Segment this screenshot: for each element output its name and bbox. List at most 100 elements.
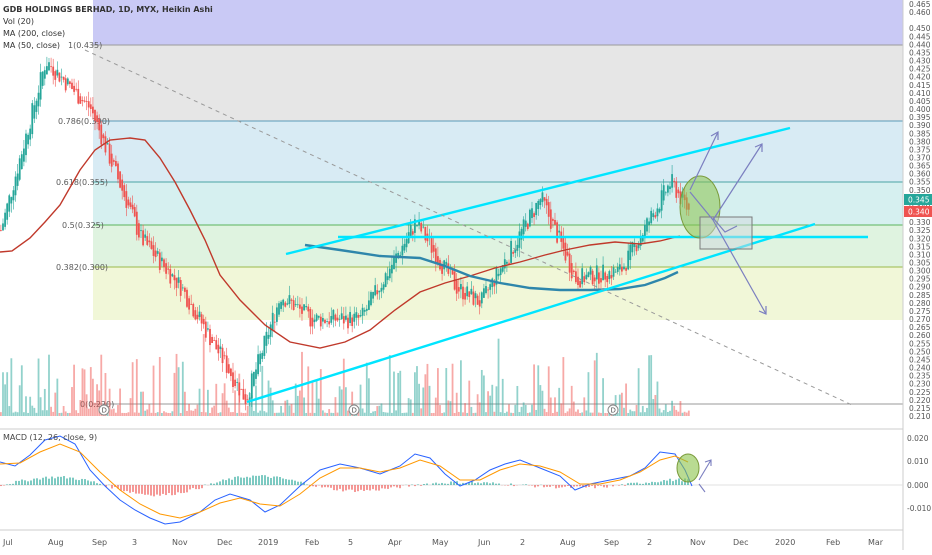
candle-body xyxy=(249,398,251,400)
volume-bar xyxy=(222,393,224,416)
candle-body xyxy=(52,67,54,76)
volume-bar xyxy=(646,408,648,416)
candle-body xyxy=(192,304,194,316)
chart-window[interactable]: 1(0.435) 0.786(0.390) 0.618(0.355) 0.5(0… xyxy=(0,0,932,550)
macd-tick: 0.010 xyxy=(907,457,929,466)
volume-bar xyxy=(621,393,623,416)
volume-bar xyxy=(424,374,426,416)
volume-bar xyxy=(567,411,569,416)
candle-body xyxy=(100,125,102,145)
volume-bar xyxy=(286,400,288,416)
volume-bar xyxy=(554,397,556,416)
macd-histogram-bar xyxy=(126,485,128,491)
macd-histogram-bar xyxy=(483,482,485,485)
macd-histogram-bar xyxy=(420,485,422,486)
signal-line xyxy=(0,444,688,518)
volume-bar xyxy=(493,412,495,416)
volume-bar xyxy=(393,372,395,416)
volume-bar xyxy=(470,407,472,416)
volume-bar xyxy=(176,354,178,416)
macd-histogram-bar xyxy=(150,485,152,496)
volume-bar xyxy=(320,369,322,416)
candle-body xyxy=(383,284,385,289)
legend-vol[interactable]: Vol (20) xyxy=(3,17,34,26)
macd-histogram-bar xyxy=(315,485,317,487)
fib-label-0.382: 0.382(0.300) xyxy=(56,263,108,272)
macd-pane: MACD (12, 26, close, 9) 0.0200.0100.000-… xyxy=(0,429,931,524)
volume-bar xyxy=(203,334,205,416)
candle-body xyxy=(320,317,322,327)
volume-bar xyxy=(255,386,257,416)
volume-bar xyxy=(209,413,211,416)
candle-body xyxy=(228,364,230,373)
macd-histogram-bar xyxy=(201,485,203,488)
candle-body xyxy=(144,235,146,238)
candle-body xyxy=(220,347,222,350)
macd-histogram-bar xyxy=(180,485,182,493)
candle-body xyxy=(562,237,564,249)
candle-body xyxy=(213,340,215,341)
candle-body xyxy=(188,298,190,309)
volume-bar xyxy=(437,368,439,416)
candle-body xyxy=(464,293,466,300)
candle-body xyxy=(17,174,19,186)
candle-body xyxy=(326,321,328,322)
macd-histogram-bar xyxy=(165,485,167,495)
volume-bar xyxy=(631,411,633,416)
volume-bar xyxy=(339,386,341,416)
volume-bar xyxy=(385,412,387,416)
candle-body xyxy=(673,181,675,182)
volume-bar xyxy=(659,409,661,416)
volume-bar xyxy=(458,412,460,416)
macd-histogram-bar xyxy=(330,485,332,488)
macd-histogram-bar xyxy=(39,480,41,485)
volume-bar xyxy=(186,411,188,416)
candle-body xyxy=(111,154,113,167)
macd-histogram-bar xyxy=(183,485,185,493)
macd-histogram-bar xyxy=(651,482,653,485)
macd-highlight-ellipse xyxy=(677,454,699,482)
candle-body xyxy=(282,300,284,306)
time-tick: 2 xyxy=(520,538,525,547)
volume-bar xyxy=(180,413,182,416)
fib-label-0.5: 0.5(0.325) xyxy=(62,221,104,230)
price-chart[interactable]: 1(0.435) 0.786(0.390) 0.618(0.355) 0.5(0… xyxy=(0,0,932,550)
legend-ma50[interactable]: MA (50, close) xyxy=(3,41,60,50)
macd-histogram-bar xyxy=(453,482,455,485)
macd-histogram-bar xyxy=(531,485,533,486)
macd-histogram-bar xyxy=(0,485,2,486)
candle-body xyxy=(669,186,671,189)
macd-histogram-bar xyxy=(477,482,479,485)
fib-zone-top xyxy=(93,0,903,45)
candle-body xyxy=(171,274,173,276)
volume-bar xyxy=(447,401,449,416)
volume-bar xyxy=(282,413,284,416)
candle-body xyxy=(533,213,535,217)
candle-body xyxy=(583,276,585,282)
macd-histogram-bar xyxy=(27,481,29,485)
volume-bar xyxy=(245,413,247,416)
candle-body xyxy=(94,110,96,121)
candle-body xyxy=(372,292,374,299)
volume-bar xyxy=(65,411,67,416)
candle-body xyxy=(123,185,125,197)
macd-histogram-bar xyxy=(252,476,254,485)
volume-bar xyxy=(414,372,416,416)
candle-body xyxy=(483,288,485,298)
macd-histogram-bar xyxy=(147,485,149,495)
candle-body xyxy=(376,290,378,294)
macd-histogram-bar xyxy=(543,485,545,487)
candle-body xyxy=(332,310,334,319)
volume-bar xyxy=(598,413,600,416)
legend-ma200[interactable]: MA (200, close) xyxy=(3,29,65,38)
candle-body xyxy=(167,268,169,269)
candle-body xyxy=(585,275,587,279)
candle-body xyxy=(132,205,134,210)
candle-body xyxy=(291,300,293,301)
macd-histogram-bar xyxy=(213,484,215,485)
volume-bar xyxy=(671,401,673,416)
volume-bar xyxy=(259,411,261,416)
macd-histogram-bar xyxy=(84,479,86,485)
time-tick: 2 xyxy=(647,538,652,547)
candle-body xyxy=(381,288,383,292)
